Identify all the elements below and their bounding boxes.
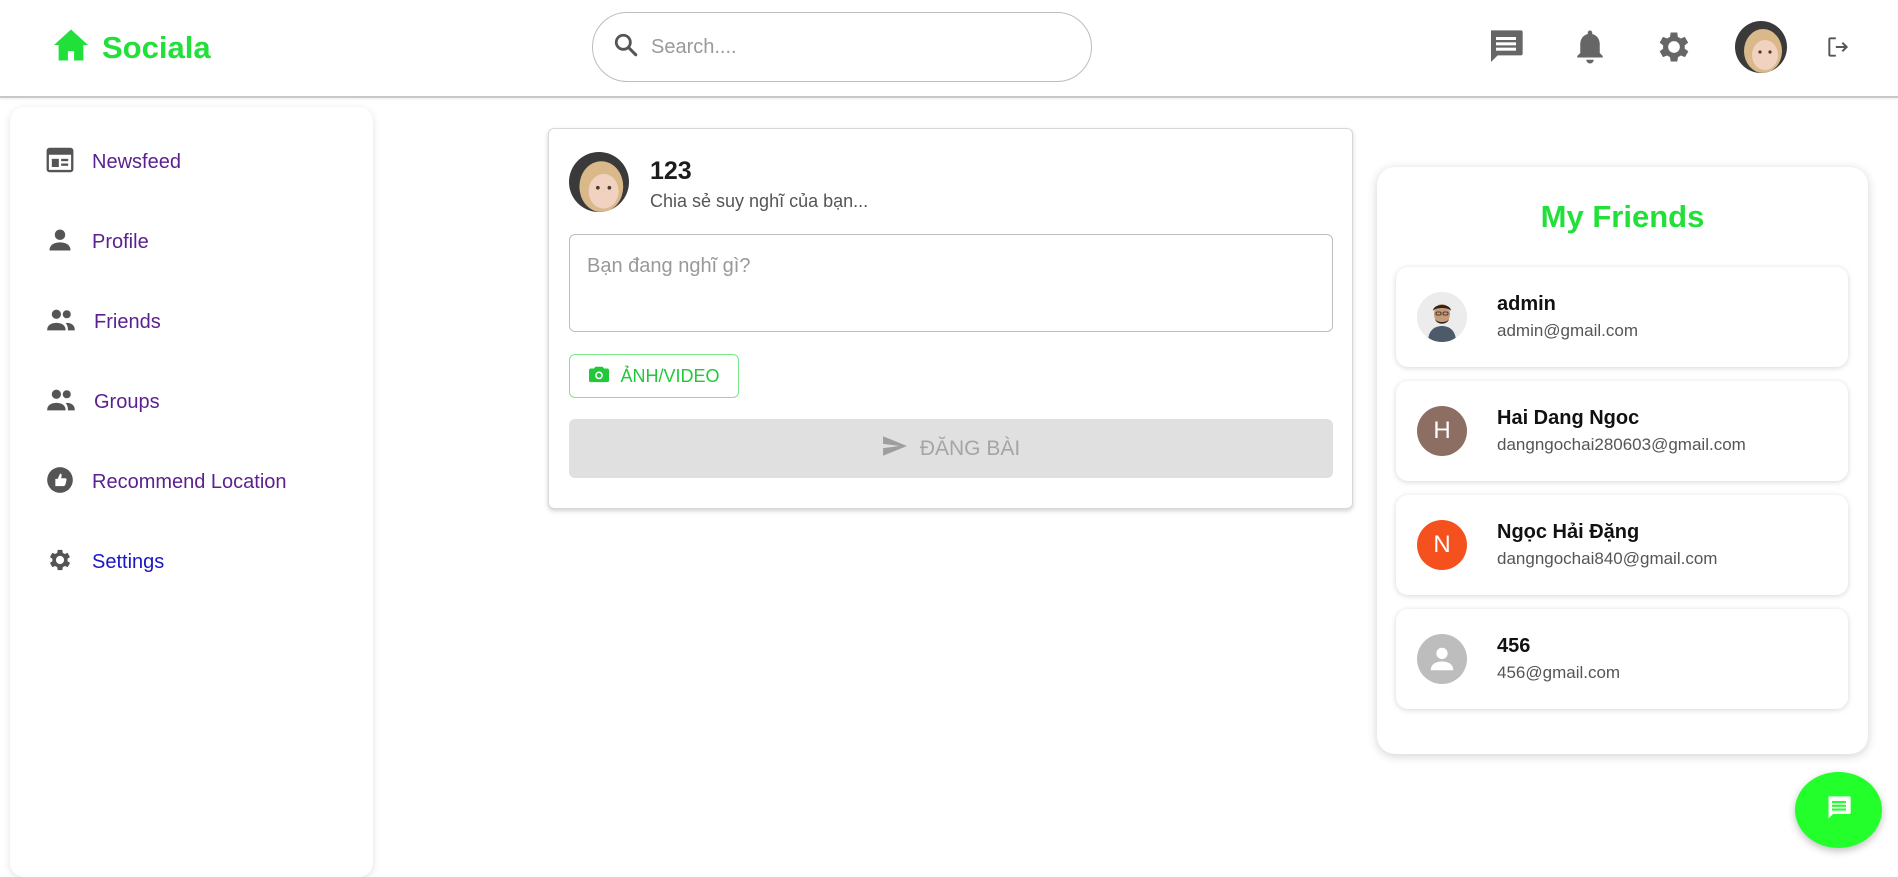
friend-item[interactable]: H Hai Dang Ngoc dangngochai280603@gmail.…: [1396, 381, 1848, 481]
post-submit-label: ĐĂNG BÀI: [919, 436, 1021, 460]
friend-email: dangngochai280603@gmail.com: [1497, 435, 1746, 454]
brand-logo[interactable]: Sociala: [52, 28, 211, 67]
friend-email: dangngochai840@gmail.com: [1497, 549, 1718, 568]
sidebar-item-label: Newsfeed: [92, 150, 181, 173]
avatar[interactable]: [1735, 21, 1787, 73]
camera-icon: [588, 364, 610, 389]
chat-icon[interactable]: [1483, 24, 1529, 70]
friend-email: admin@gmail.com: [1497, 321, 1639, 340]
post-text-input[interactable]: Bạn đang nghĩ gì?: [569, 234, 1333, 332]
friends-panel: My Friends admin admin@gmail.com H Hai D…: [1377, 167, 1868, 754]
thumb-icon: [46, 466, 74, 499]
gear-icon[interactable]: [1651, 24, 1697, 70]
composer-subtitle: Chia sẻ suy nghĩ của bạn...: [650, 191, 869, 211]
friends-title: My Friends: [1540, 199, 1705, 234]
friend-avatar: H: [1417, 406, 1467, 456]
friend-avatar: [1417, 292, 1467, 342]
sidebar-item-newsfeed[interactable]: Newsfeed: [46, 142, 181, 182]
sidebar-item-friends[interactable]: Friends: [46, 302, 161, 342]
friend-avatar: [1417, 634, 1467, 684]
friend-item[interactable]: N Ngọc Hải Đặng dangngochai840@gmail.com: [1396, 495, 1848, 595]
friend-email: 456@gmail.com: [1497, 663, 1621, 682]
sidebar-item-profile[interactable]: Profile: [46, 222, 149, 262]
sidebar-item-label: Settings: [92, 550, 165, 573]
search-icon: [613, 32, 639, 63]
person-icon: [46, 226, 74, 259]
home-icon: [52, 28, 90, 67]
sidebar-item-recommend-location[interactable]: Recommend Location: [46, 462, 287, 502]
post-composer: 123 Chia sẻ suy nghĩ của bạn... Bạn đang…: [548, 128, 1353, 509]
sidebar-item-label: Recommend Location: [92, 470, 287, 493]
newsfeed-icon: [46, 147, 74, 178]
friend-name: Hai Dang Ngoc: [1497, 407, 1640, 429]
friend-name: 456: [1497, 635, 1531, 657]
sidebar: Newsfeed Profile Friends Groups Recommen…: [10, 107, 373, 877]
logout-icon[interactable]: [1815, 24, 1861, 70]
top-header: Sociala: [0, 0, 1898, 98]
sidebar-item-label: Groups: [94, 390, 160, 413]
sidebar-item-settings[interactable]: Settings: [46, 542, 164, 582]
sidebar-item-groups[interactable]: Groups: [46, 382, 160, 422]
friend-avatar: N: [1417, 520, 1467, 570]
add-media-label: ẢNH/VIDEO: [620, 365, 720, 386]
add-media-button[interactable]: ẢNH/VIDEO: [569, 354, 739, 398]
friend-name: admin: [1497, 293, 1556, 315]
friend-item[interactable]: admin admin@gmail.com: [1396, 267, 1848, 367]
composer-user-name: 123: [650, 157, 692, 185]
friend-item[interactable]: 456 456@gmail.com: [1396, 609, 1848, 709]
floating-chat-button[interactable]: [1795, 772, 1882, 848]
avatar[interactable]: [569, 152, 629, 212]
gear-icon: [46, 546, 74, 579]
people-icon: [46, 387, 76, 418]
sidebar-item-label: Profile: [92, 230, 149, 253]
bell-icon[interactable]: [1567, 24, 1613, 70]
friend-name: Ngọc Hải Đặng: [1497, 521, 1640, 543]
send-icon: [882, 434, 908, 464]
search-bar[interactable]: [592, 12, 1092, 82]
post-submit-button[interactable]: ĐĂNG BÀI: [569, 419, 1333, 478]
chat-icon: [1825, 794, 1853, 827]
brand-name: Sociala: [102, 29, 211, 65]
sidebar-item-label: Friends: [94, 310, 161, 333]
people-icon: [46, 307, 76, 338]
search-input[interactable]: [651, 35, 1051, 59]
